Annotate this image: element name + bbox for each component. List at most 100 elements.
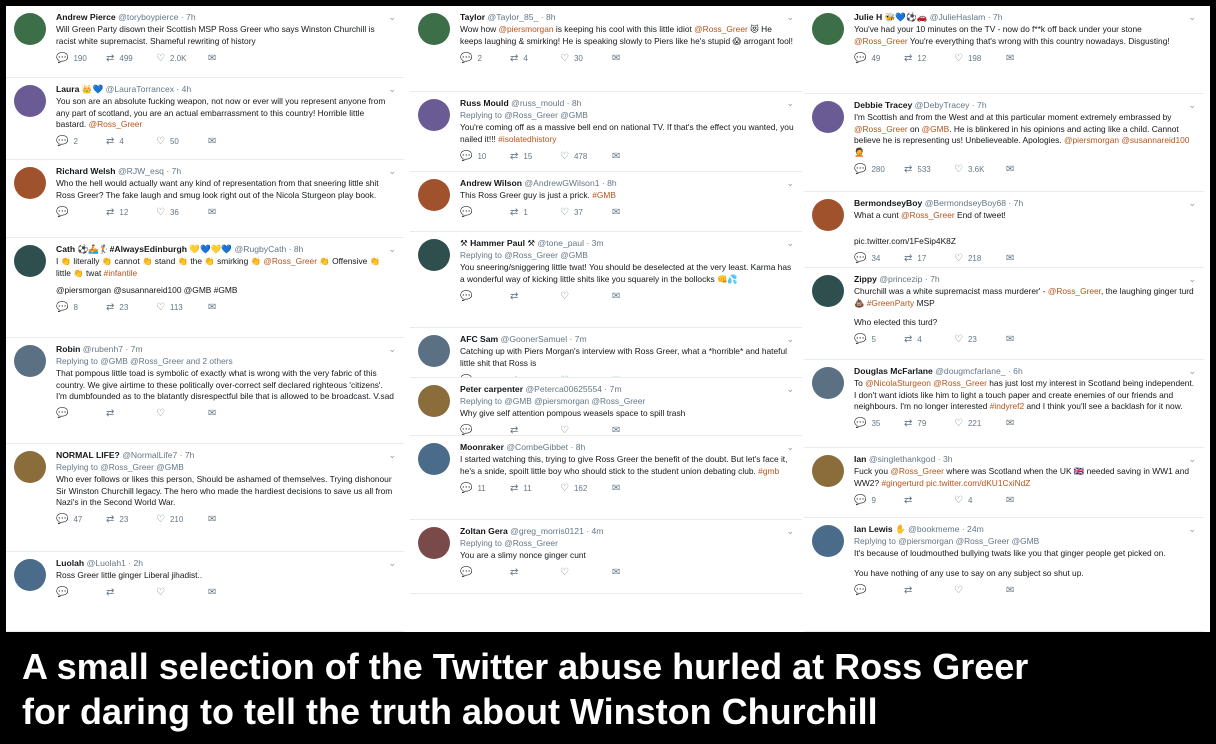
author-handle[interactable]: @Luolah1 <box>87 558 126 568</box>
author-handle[interactable]: @CombeGibbet <box>506 442 568 452</box>
envelope-icon[interactable]: ✉ <box>612 567 625 578</box>
author-name[interactable]: BermondseyBoy <box>854 198 922 208</box>
heart-action[interactable]: ♡ 4 <box>954 495 1006 506</box>
chevron-down-icon[interactable]: ⌄ <box>786 98 794 109</box>
avatar[interactable] <box>14 13 46 45</box>
chevron-down-icon[interactable]: ⌄ <box>388 84 396 95</box>
chevron-down-icon[interactable]: ⌄ <box>786 442 794 453</box>
retweet-icon[interactable]: ⇄ <box>106 514 114 525</box>
heart-icon[interactable]: ♡ <box>954 253 963 264</box>
heart-icon[interactable]: ♡ <box>156 53 165 64</box>
heart-action[interactable]: ♡ 23 <box>954 334 1006 345</box>
author-name[interactable]: Moonraker <box>460 442 504 452</box>
chevron-down-icon[interactable]: ⌄ <box>388 166 396 177</box>
heart-icon[interactable]: ♡ <box>560 53 569 64</box>
retweet-action[interactable]: ⇄ <box>510 567 560 578</box>
avatar[interactable] <box>812 367 844 399</box>
mention-link[interactable]: #gmb <box>758 466 779 476</box>
reply-icon[interactable]: 💬 <box>854 418 866 429</box>
retweet-action[interactable]: ⇄ 15 <box>510 151 560 162</box>
reply-icon[interactable]: 💬 <box>56 302 68 313</box>
retweet-action[interactable]: ⇄ <box>106 587 156 598</box>
retweet-icon[interactable]: ⇄ <box>510 151 518 162</box>
author-name[interactable]: Russ Mould <box>460 98 509 108</box>
author-name[interactable]: Peter carpenter <box>460 384 523 394</box>
avatar[interactable] <box>418 13 450 45</box>
tweet-time[interactable]: · 7m <box>570 334 587 344</box>
reply-action[interactable]: 💬 10 <box>460 151 510 162</box>
avatar[interactable] <box>812 101 844 133</box>
heart-icon[interactable]: ♡ <box>560 425 569 435</box>
author-name[interactable]: Douglas McFarlane <box>854 366 933 376</box>
envelope-icon[interactable]: ✉ <box>1006 53 1019 64</box>
heart-icon[interactable]: ♡ <box>560 483 569 494</box>
heart-action[interactable]: ♡ 2.0K <box>156 53 208 64</box>
reply-action[interactable]: 💬 <box>56 587 106 598</box>
chevron-down-icon[interactable]: ⌄ <box>786 334 794 345</box>
heart-icon[interactable]: ♡ <box>156 408 165 419</box>
author-name[interactable]: Luolah <box>56 558 84 568</box>
reply-action[interactable]: 💬 <box>460 207 510 218</box>
author-handle[interactable]: @AndrewGWilson1 <box>524 178 599 188</box>
mention-link[interactable]: @Ross_Greer <box>933 378 987 388</box>
chevron-down-icon[interactable]: ⌄ <box>1188 524 1196 535</box>
author-name[interactable]: NORMAL LIFE? <box>56 450 120 460</box>
heart-action[interactable]: ♡ <box>156 587 208 598</box>
chevron-down-icon[interactable]: ⌄ <box>786 526 794 537</box>
envelope-icon[interactable]: ✉ <box>612 425 625 435</box>
avatar[interactable] <box>14 345 46 377</box>
envelope-icon[interactable]: ✉ <box>208 514 221 525</box>
reply-action[interactable]: 💬 2 <box>460 53 510 64</box>
retweet-action[interactable]: ⇄ 12 <box>904 53 954 64</box>
avatar[interactable] <box>418 239 450 271</box>
retweet-action[interactable]: ⇄ 4 <box>904 334 954 345</box>
heart-icon[interactable]: ♡ <box>156 207 165 218</box>
mention-link[interactable]: @NicolaSturgeon <box>865 378 931 388</box>
heart-action[interactable]: ♡ <box>954 585 1006 596</box>
chevron-down-icon[interactable]: ⌄ <box>1188 100 1196 111</box>
reply-icon[interactable]: 💬 <box>460 291 472 302</box>
reply-icon[interactable]: 💬 <box>854 585 866 596</box>
mention-link[interactable]: #infantile <box>104 268 138 278</box>
tweet-time[interactable]: · 3h <box>938 454 953 464</box>
reply-icon[interactable]: 💬 <box>56 587 68 598</box>
reply-action[interactable]: 💬 <box>460 291 510 302</box>
heart-icon[interactable]: ♡ <box>954 53 963 64</box>
chevron-down-icon[interactable]: ⌄ <box>388 12 396 23</box>
reply-icon[interactable]: 💬 <box>56 136 68 147</box>
envelope-icon[interactable]: ✉ <box>1006 334 1019 345</box>
retweet-icon[interactable]: ⇄ <box>904 164 912 175</box>
heart-icon[interactable]: ♡ <box>156 514 165 525</box>
author-handle[interactable]: @NormalLife7 <box>122 450 177 460</box>
reply-action[interactable]: 💬 2 <box>56 136 106 147</box>
reply-action[interactable]: 💬 <box>56 408 106 419</box>
avatar[interactable] <box>812 455 844 487</box>
chevron-down-icon[interactable]: ⌄ <box>1188 366 1196 377</box>
author-handle[interactable]: @rubenh7 <box>83 344 123 354</box>
envelope-icon[interactable]: ✉ <box>208 207 221 218</box>
heart-icon[interactable]: ♡ <box>954 418 963 429</box>
heart-icon[interactable]: ♡ <box>954 495 963 506</box>
reply-icon[interactable]: 💬 <box>56 53 68 64</box>
tweet-time[interactable]: · 4h <box>176 84 191 94</box>
retweet-action[interactable]: ⇄ <box>904 495 954 506</box>
mention-link[interactable]: @Ross_Greer <box>89 119 143 129</box>
avatar[interactable] <box>418 443 450 475</box>
envelope-icon[interactable]: ✉ <box>1006 253 1019 264</box>
avatar[interactable] <box>14 559 46 591</box>
retweet-icon[interactable]: ⇄ <box>510 483 518 494</box>
chevron-down-icon[interactable]: ⌄ <box>786 238 794 249</box>
media-link[interactable]: pic.twitter.com/1FeSip4K8Z <box>854 236 1196 248</box>
chevron-down-icon[interactable]: ⌄ <box>1188 12 1196 23</box>
heart-action[interactable]: ♡ 221 <box>954 418 1006 429</box>
envelope-icon[interactable]: ✉ <box>612 483 625 494</box>
heart-icon[interactable]: ♡ <box>954 164 963 175</box>
avatar[interactable] <box>14 451 46 483</box>
retweet-icon[interactable]: ⇄ <box>106 302 114 313</box>
envelope-icon[interactable]: ✉ <box>208 302 221 313</box>
author-handle[interactable]: @RugbyCath <box>235 244 287 254</box>
heart-icon[interactable]: ♡ <box>560 207 569 218</box>
envelope-icon[interactable]: ✉ <box>1006 585 1019 596</box>
author-handle[interactable]: @bookmeme <box>908 524 959 534</box>
tweet-time[interactable]: · 2h <box>128 558 143 568</box>
